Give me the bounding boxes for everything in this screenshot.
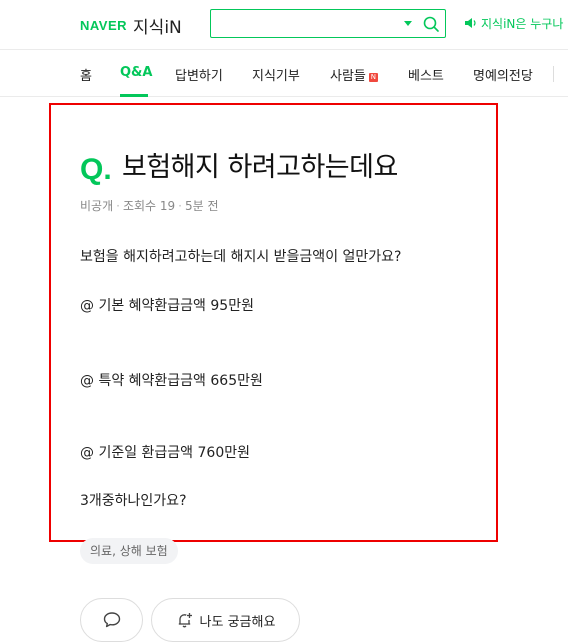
kin-logo[interactable]: 지식iN [133,13,182,38]
nav-divider [553,66,554,82]
nav-people[interactable]: 사람들 N [330,65,378,84]
category-tag[interactable]: 의료, 상해 보험 [80,538,178,564]
curious-label: 나도 궁금해요 [199,614,276,630]
highlight-box [49,103,498,542]
speaker-icon [465,18,476,28]
naver-logo[interactable]: NAVER [80,18,127,33]
active-tab-indicator [120,94,148,97]
curious-button[interactable]: 나도 궁금해요 [151,598,300,642]
search-icon [423,16,439,32]
nav-answer[interactable]: 답변하기 [175,65,223,84]
nav-hall-of-fame[interactable]: 명예의전당 [473,65,533,84]
nav-donate[interactable]: 지식기부 [252,65,300,84]
header: NAVER 지식iN 지식iN은 누구나 [0,0,568,50]
main-nav: 홈 Q&A 답변하기 지식기부 사람들 N 베스트 명예의전당 [0,51,568,97]
search-input[interactable] [215,13,395,34]
nav-qna[interactable]: Q&A [120,65,152,80]
bell-plus-icon [178,613,192,628]
search-button[interactable] [421,14,441,34]
speech-bubble-icon [103,612,120,628]
comment-button[interactable] [80,598,143,642]
logo[interactable]: NAVER 지식iN [80,13,182,38]
search-box [210,9,446,38]
new-badge: N [368,73,378,82]
nav-home[interactable]: 홈 [80,65,92,84]
nav-people-label: 사람들 [330,69,366,84]
nav-best[interactable]: 베스트 [408,65,444,84]
ticker-text[interactable]: 지식iN은 누구나 [481,15,563,32]
search-dropdown-icon[interactable] [404,21,412,26]
